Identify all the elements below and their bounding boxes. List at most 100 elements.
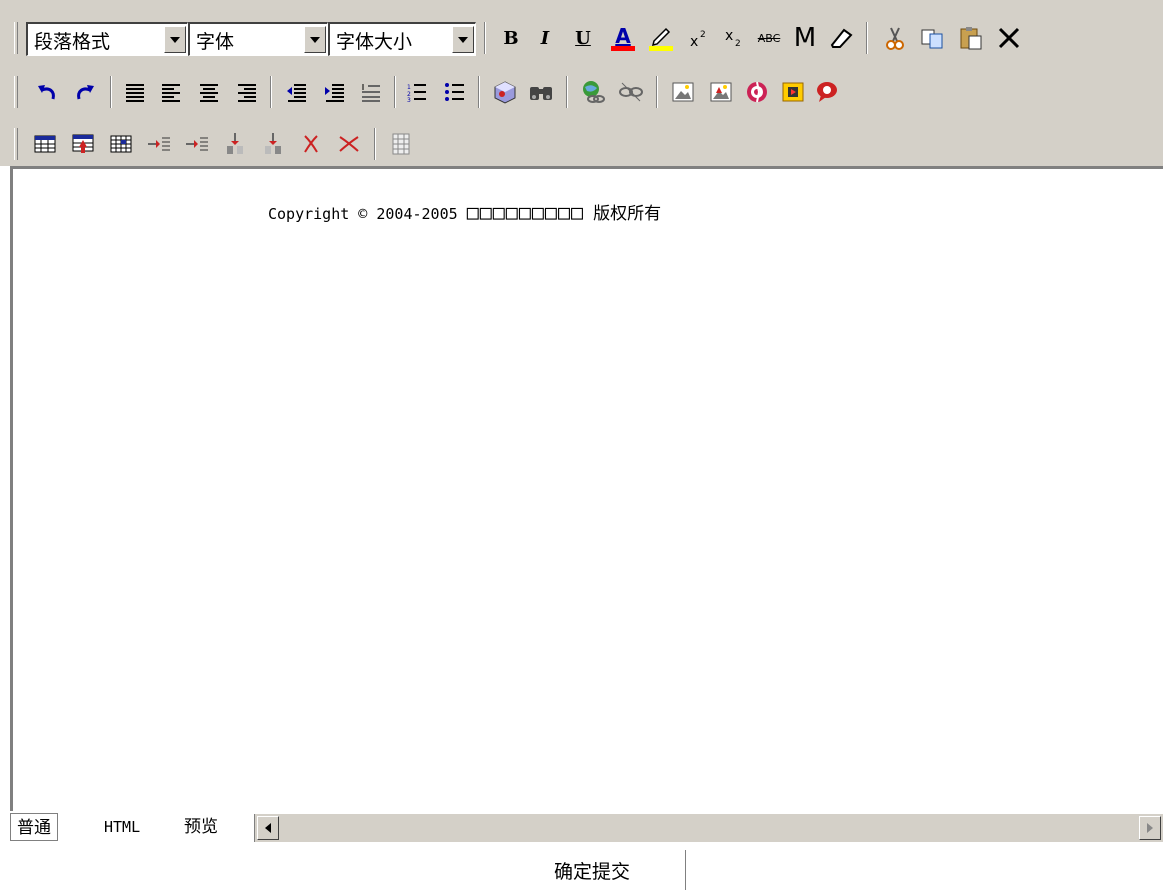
superscript-icon: x2: [690, 30, 706, 50]
undo-icon: [38, 85, 55, 100]
highlighter-icon: [649, 27, 673, 51]
chevron-down-icon[interactable]: [304, 26, 326, 53]
line-spacing-button[interactable]: [356, 76, 386, 108]
table-properties-icon: [72, 134, 94, 153]
insert-row-below-button[interactable]: [258, 128, 288, 160]
toolbar-separator: [394, 76, 396, 108]
paste-button[interactable]: [956, 22, 986, 54]
chevron-right-icon: [1147, 823, 1153, 833]
chevron-left-icon: [265, 823, 271, 833]
underline-button[interactable]: U: [568, 22, 598, 54]
toolbar-grip[interactable]: [14, 22, 18, 54]
insert-emoticon-button[interactable]: [812, 76, 842, 108]
redo-icon: [77, 85, 94, 100]
insert-remote-image-button[interactable]: [706, 76, 736, 108]
toolbar-grip[interactable]: [14, 128, 18, 160]
toolbar-grip[interactable]: [14, 76, 18, 108]
copyright-text: Copyright © 2004-2005: [268, 205, 458, 223]
font-size-select[interactable]: 字体大小: [328, 22, 476, 56]
align-left-button[interactable]: [156, 76, 186, 108]
insert-column-left-button[interactable]: [144, 128, 174, 160]
align-justify-button[interactable]: [120, 76, 150, 108]
binoculars-icon: [530, 87, 552, 100]
svg-text:x: x: [690, 34, 698, 50]
copyright-rights-text: 版权所有: [593, 204, 662, 224]
chevron-down-icon[interactable]: [452, 26, 474, 53]
delete-column-icon: [339, 136, 359, 152]
indent-button[interactable]: [320, 76, 350, 108]
scroll-right-button[interactable]: [1139, 816, 1161, 840]
align-center-icon: [200, 84, 218, 102]
delete-button[interactable]: [994, 22, 1024, 54]
insert-object-button[interactable]: [490, 76, 520, 108]
grid-icon: [392, 133, 410, 155]
font-color-button[interactable]: A: [608, 22, 638, 54]
cut-button[interactable]: [880, 22, 910, 54]
outdent-button[interactable]: [282, 76, 312, 108]
align-right-button[interactable]: [232, 76, 262, 108]
copy-button[interactable]: [918, 22, 948, 54]
delete-row-button[interactable]: [296, 128, 326, 160]
indent-icon: [325, 84, 344, 102]
insert-table-button[interactable]: [30, 128, 60, 160]
font-family-select[interactable]: 字体: [188, 22, 328, 56]
chevron-down-icon[interactable]: [164, 26, 186, 53]
scroll-left-button[interactable]: [257, 816, 279, 840]
svg-text:A: A: [615, 24, 631, 48]
insert-link-button[interactable]: [578, 76, 608, 108]
horizontal-scrollbar[interactable]: [254, 814, 1163, 842]
copyright-line: Copyright © 2004-2005 □□□□□□□□□ 版权所有: [268, 199, 661, 224]
paragraph-format-select[interactable]: 段落格式: [26, 22, 188, 56]
toolbar-separator: [374, 128, 376, 160]
eraser-button[interactable]: [826, 22, 856, 54]
media-icon: [782, 82, 804, 102]
redo-button[interactable]: [70, 76, 100, 108]
delete-row-icon: [304, 135, 318, 153]
delete-column-button[interactable]: [334, 128, 364, 160]
insert-image-button[interactable]: [668, 76, 698, 108]
special-char-button[interactable]: M: [790, 22, 820, 54]
tab-normal[interactable]: 普通: [10, 813, 58, 841]
table-properties-button[interactable]: [68, 128, 98, 160]
paragraph-format-value: 段落格式: [34, 31, 111, 53]
undo-button[interactable]: [32, 76, 62, 108]
svg-text:3: 3: [407, 97, 411, 102]
cell-properties-button[interactable]: [106, 128, 136, 160]
superscript-button[interactable]: x2: [684, 22, 714, 54]
editor-content-area[interactable]: Copyright © 2004-2005 □□□□□□□□□ 版权所有: [10, 166, 1163, 811]
insert-flash-button[interactable]: [742, 76, 772, 108]
tab-html[interactable]: HTML: [104, 813, 140, 841]
cell-properties-icon: [110, 135, 132, 153]
merge-cells-button[interactable]: [386, 128, 416, 160]
strikethrough-button[interactable]: ABC: [754, 22, 784, 54]
submit-button[interactable]: 确定提交: [536, 850, 686, 890]
align-right-icon: [238, 84, 256, 102]
table-icon: [34, 135, 56, 153]
toolbar-separator: [484, 22, 486, 54]
insert-row-above-button[interactable]: [220, 128, 250, 160]
unlink-button[interactable]: [616, 76, 646, 108]
image-upload-icon: [710, 82, 732, 102]
subscript-button[interactable]: x2: [720, 22, 750, 54]
bold-button[interactable]: B: [496, 22, 526, 54]
paste-icon: [960, 27, 982, 50]
insert-column-right-button[interactable]: [182, 128, 212, 160]
svg-text:1: 1: [407, 84, 411, 91]
font-color-icon: A: [611, 24, 635, 51]
align-justify-icon: [126, 84, 144, 102]
insert-column-icon: [148, 137, 170, 151]
align-center-button[interactable]: [194, 76, 224, 108]
insert-media-button[interactable]: [778, 76, 808, 108]
unordered-list-button[interactable]: [440, 76, 470, 108]
find-button[interactable]: [526, 76, 556, 108]
ordered-list-button[interactable]: 123: [402, 76, 432, 108]
italic-button[interactable]: I: [530, 22, 560, 54]
tab-preview[interactable]: 预览: [184, 813, 218, 841]
toolbar-separator: [478, 76, 480, 108]
copy-icon: [921, 29, 943, 49]
toolbar-separator: [270, 76, 272, 108]
svg-text:2: 2: [735, 39, 741, 49]
speech-bubble-icon: [817, 82, 837, 102]
highlight-color-button[interactable]: [646, 22, 676, 54]
ordered-list-icon: 123: [407, 84, 426, 102]
